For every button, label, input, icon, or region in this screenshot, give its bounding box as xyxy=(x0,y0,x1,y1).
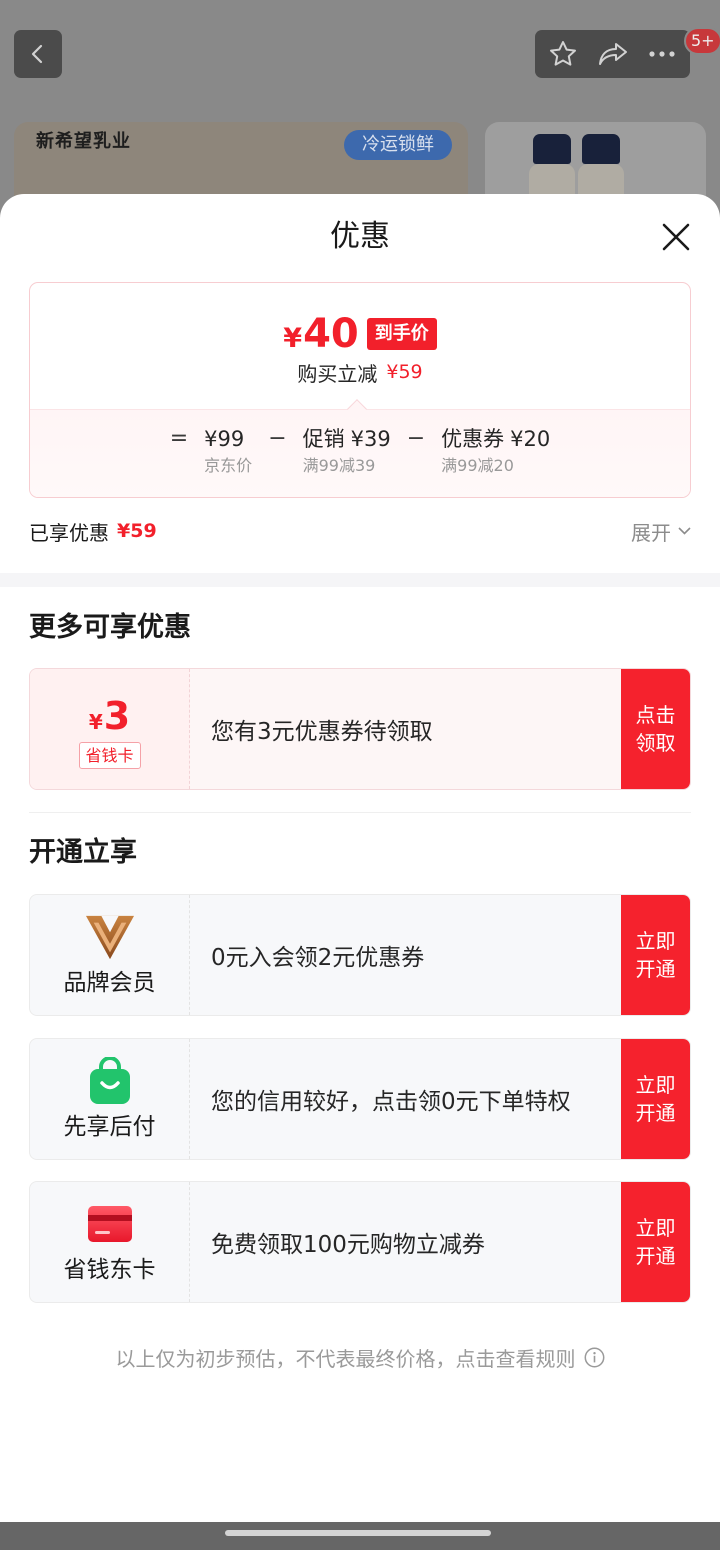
breakdown-coupon: 优惠券 ¥20 满99减20 xyxy=(441,426,550,477)
benefit-label: 品牌会员 xyxy=(63,970,156,996)
shopping-bag-icon xyxy=(90,1057,130,1104)
enjoyed-discount: 已享优惠 ¥59 xyxy=(29,517,157,546)
more-offers-heading: 更多可享优惠 xyxy=(29,612,191,643)
discount-sheet: 优惠 ¥ 40 到手价 购买立减 ¥59 = ¥99 京东价 − 促销 ¥39 … xyxy=(0,194,720,1522)
breakdown-name: 优惠券 xyxy=(441,427,505,451)
pay-later-card[interactable]: 先享后付 您的信用较好，点击领0元下单特权 立即 开通 xyxy=(29,1038,691,1160)
red-card-icon xyxy=(88,1206,132,1242)
price-summary-box: ¥ 40 到手价 购买立减 ¥59 = ¥99 京东价 − 促销 ¥39 满99… xyxy=(29,282,691,498)
button-label-line: 开通 xyxy=(635,1244,676,1268)
expand-button[interactable]: 展开 xyxy=(631,517,691,546)
equals-sign: = xyxy=(169,426,189,451)
button-label-line: 开通 xyxy=(635,1101,676,1125)
benefit-icon-box xyxy=(85,1056,135,1106)
breakdown-note: 京东价 xyxy=(204,456,253,475)
button-label-line: 点击 xyxy=(635,703,676,727)
enjoyed-discount-row: 已享优惠 ¥59 展开 xyxy=(29,517,691,545)
brand-member-v-icon xyxy=(85,915,135,960)
reduction-label: 购买立减 xyxy=(297,361,378,386)
open-benefit-button[interactable]: 立即 开通 xyxy=(621,1039,690,1159)
section-separator xyxy=(0,573,720,587)
coupon-offer-card[interactable]: ¥ 3 省钱卡 您有3元优惠券待领取 点击 领取 xyxy=(29,668,691,790)
benefit-icon-panel: 先享后付 xyxy=(30,1039,190,1159)
button-label-line: 立即 xyxy=(635,1073,676,1097)
enjoyed-amount: ¥59 xyxy=(117,520,157,542)
final-price-amount: 40 xyxy=(303,311,359,357)
benefit-label: 先享后付 xyxy=(63,1114,156,1140)
reduction-amount: ¥59 xyxy=(386,361,423,383)
breakdown-amount-line: 促销 ¥39 xyxy=(303,426,391,452)
final-price-row: ¥ 40 到手价 xyxy=(30,309,690,359)
divider xyxy=(29,812,691,813)
breakdown-amount: ¥99 xyxy=(204,427,245,451)
benefit-label: 省钱东卡 xyxy=(63,1257,156,1283)
open-benefit-button[interactable]: 立即 开通 xyxy=(621,1182,690,1302)
breakdown-jd-price: ¥99 京东价 xyxy=(204,426,252,477)
system-nav-bar xyxy=(0,1522,720,1550)
open-benefits-heading: 开通立享 xyxy=(29,837,137,868)
open-benefit-button[interactable]: 立即 开通 xyxy=(621,895,690,1015)
breakdown-amount-line: 优惠券 ¥20 xyxy=(441,426,550,452)
benefit-description: 您的信用较好，点击领0元下单特权 xyxy=(211,1089,571,1115)
benefit-icon-box xyxy=(85,1199,135,1249)
breakdown-amount-line: ¥99 xyxy=(204,426,252,452)
benefit-icon-panel: 省钱东卡 xyxy=(30,1182,190,1302)
coupon-currency: ¥ xyxy=(88,710,103,734)
saving-card-card[interactable]: 省钱东卡 免费领取100元购物立减券 立即 开通 xyxy=(29,1181,691,1303)
close-button[interactable] xyxy=(658,219,694,255)
button-label-line: 开通 xyxy=(635,957,676,981)
coupon-description: 您有3元优惠券待领取 xyxy=(211,719,433,745)
button-label-line: 立即 xyxy=(635,929,676,953)
close-icon xyxy=(662,223,690,251)
breakdown-name: 促销 xyxy=(302,427,345,451)
breakdown-amount: ¥39 xyxy=(350,427,391,451)
home-indicator[interactable] xyxy=(225,1530,491,1536)
button-label-line: 立即 xyxy=(635,1216,676,1240)
final-price-currency: ¥ xyxy=(283,323,303,354)
reduction-row: 购买立减 ¥59 xyxy=(30,359,690,386)
coupon-source-tag: 省钱卡 xyxy=(78,742,141,769)
breakdown-note: 满99减20 xyxy=(441,456,514,475)
coupon-value: ¥ 3 xyxy=(30,696,189,736)
expand-label: 展开 xyxy=(631,520,671,545)
rules-note-text: 以上仅为初步预估，不代表最终价格，点击查看规则 xyxy=(115,1346,576,1371)
breakdown-promotion: 促销 ¥39 满99减39 xyxy=(303,426,391,477)
enjoyed-label: 已享优惠 xyxy=(29,520,109,545)
breakdown-amount: ¥20 xyxy=(510,427,551,451)
breakdown-row: = ¥99 京东价 − 促销 ¥39 满99减39 − 优惠券 ¥20 满99减… xyxy=(30,426,690,477)
claim-coupon-button[interactable]: 点击 领取 xyxy=(621,669,690,789)
brand-member-card[interactable]: 品牌会员 0元入会领2元优惠券 立即 开通 xyxy=(29,894,691,1016)
benefit-description: 0元入会领2元优惠券 xyxy=(211,945,425,971)
benefit-icon-box xyxy=(85,912,135,962)
minus-sign: − xyxy=(406,426,426,451)
benefit-description: 免费领取100元购物立减券 xyxy=(211,1232,485,1258)
final-price-tag: 到手价 xyxy=(366,318,437,350)
button-label-line: 领取 xyxy=(635,731,676,755)
coupon-amount: 3 xyxy=(103,694,131,738)
coupon-value-panel: ¥ 3 省钱卡 xyxy=(30,669,190,789)
breakdown-pointer xyxy=(347,399,367,419)
sheet-title: 优惠 xyxy=(330,219,390,254)
info-icon xyxy=(584,1347,604,1367)
benefit-icon-panel: 品牌会员 xyxy=(30,895,190,1015)
price-breakdown: = ¥99 京东价 − 促销 ¥39 满99减39 − 优惠券 ¥20 满99减… xyxy=(30,399,690,497)
chevron-down-icon xyxy=(678,527,691,535)
breakdown-note: 满99减39 xyxy=(302,456,376,475)
rules-note[interactable]: 以上仅为初步预估，不代表最终价格，点击查看规则 xyxy=(0,1343,720,1371)
minus-sign: − xyxy=(268,426,287,451)
